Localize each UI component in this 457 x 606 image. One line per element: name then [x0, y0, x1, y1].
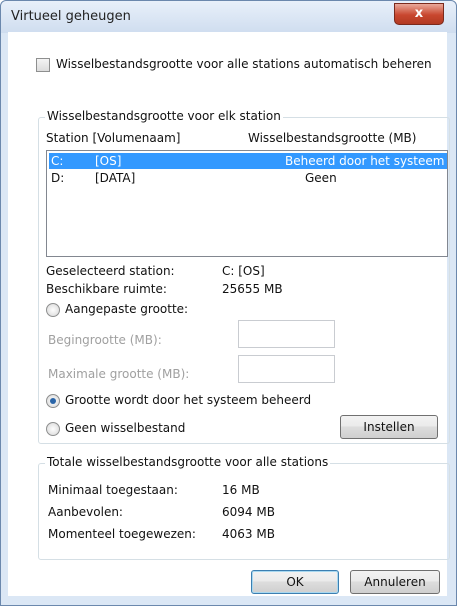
system-managed-label: Grootte wordt door het systeem beheerd	[65, 393, 312, 407]
system-managed-radio[interactable]	[46, 393, 60, 408]
auto-manage-checkbox[interactable]	[36, 57, 50, 72]
drive-volume-name: [OS]	[95, 154, 122, 168]
no-paging-radio-row[interactable]: Geen wisselbestand	[46, 421, 185, 436]
title-bar: Virtueel geheugen x	[1, 1, 456, 33]
min-allowed-value: 16 MB	[222, 483, 260, 497]
custom-size-radio[interactable]	[46, 302, 60, 317]
initial-size-input[interactable]	[238, 320, 335, 348]
drive-letter: C:	[51, 154, 64, 168]
auto-manage-label: Wisselbestandsgrootte voor alle stations…	[56, 57, 432, 71]
drive-paging-size: Geen	[305, 171, 337, 185]
per-drive-group-label: Wisselbestandsgrootte voor elk station	[45, 109, 283, 123]
recommended-value: 6094 MB	[222, 505, 275, 519]
max-size-label: Maximale grootte (MB):	[48, 367, 190, 381]
drive-row-d[interactable]: D: [DATA] Geen	[49, 170, 447, 186]
available-space-label: Beschikbare ruimte:	[46, 282, 167, 296]
recommended-label: Aanbevolen:	[48, 505, 123, 519]
no-paging-label: Geen wisselbestand	[65, 421, 186, 435]
drive-paging-size: Beheerd door het systeem	[285, 154, 445, 168]
no-paging-radio[interactable]	[46, 421, 60, 436]
totals-group-label: Totale wisselbestandsgrootte voor alle s…	[45, 455, 331, 469]
currently-allocated-value: 4063 MB	[222, 527, 275, 541]
drive-list[interactable]: C: [OS] Beheerd door het systeem D: [DAT…	[46, 150, 448, 257]
drive-volume-name: [DATA]	[95, 171, 136, 185]
window-title: Virtueel geheugen	[11, 9, 131, 24]
close-button[interactable]: x	[394, 3, 444, 25]
initial-size-label: Begingrootte (MB):	[48, 333, 162, 347]
custom-size-label: Aangepaste grootte:	[65, 302, 189, 316]
min-allowed-label: Minimaal toegestaan:	[48, 483, 178, 497]
drive-row-c[interactable]: C: [OS] Beheerd door het systeem	[49, 153, 447, 169]
max-size-input[interactable]	[238, 355, 335, 383]
available-space-value: 25655 MB	[222, 282, 283, 296]
column-header-station: Station [Volumenaam]	[46, 131, 181, 145]
custom-size-radio-row[interactable]: Aangepaste grootte:	[46, 302, 188, 317]
selected-drive-value: C: [OS]	[222, 264, 265, 278]
drive-letter: D:	[51, 171, 65, 185]
set-button[interactable]: Instellen	[340, 415, 438, 439]
cancel-button[interactable]: Annuleren	[350, 570, 440, 594]
auto-manage-checkbox-row[interactable]: Wisselbestandsgrootte voor alle stations…	[36, 57, 432, 72]
selected-drive-label: Geselecteerd station:	[46, 264, 175, 278]
system-managed-radio-row[interactable]: Grootte wordt door het systeem beheerd	[46, 393, 311, 408]
currently-allocated-label: Momenteel toegewezen:	[48, 527, 196, 541]
close-icon: x	[414, 6, 424, 21]
ok-button[interactable]: OK	[251, 570, 339, 594]
column-header-size: Wisselbestandsgrootte (MB)	[248, 131, 417, 145]
